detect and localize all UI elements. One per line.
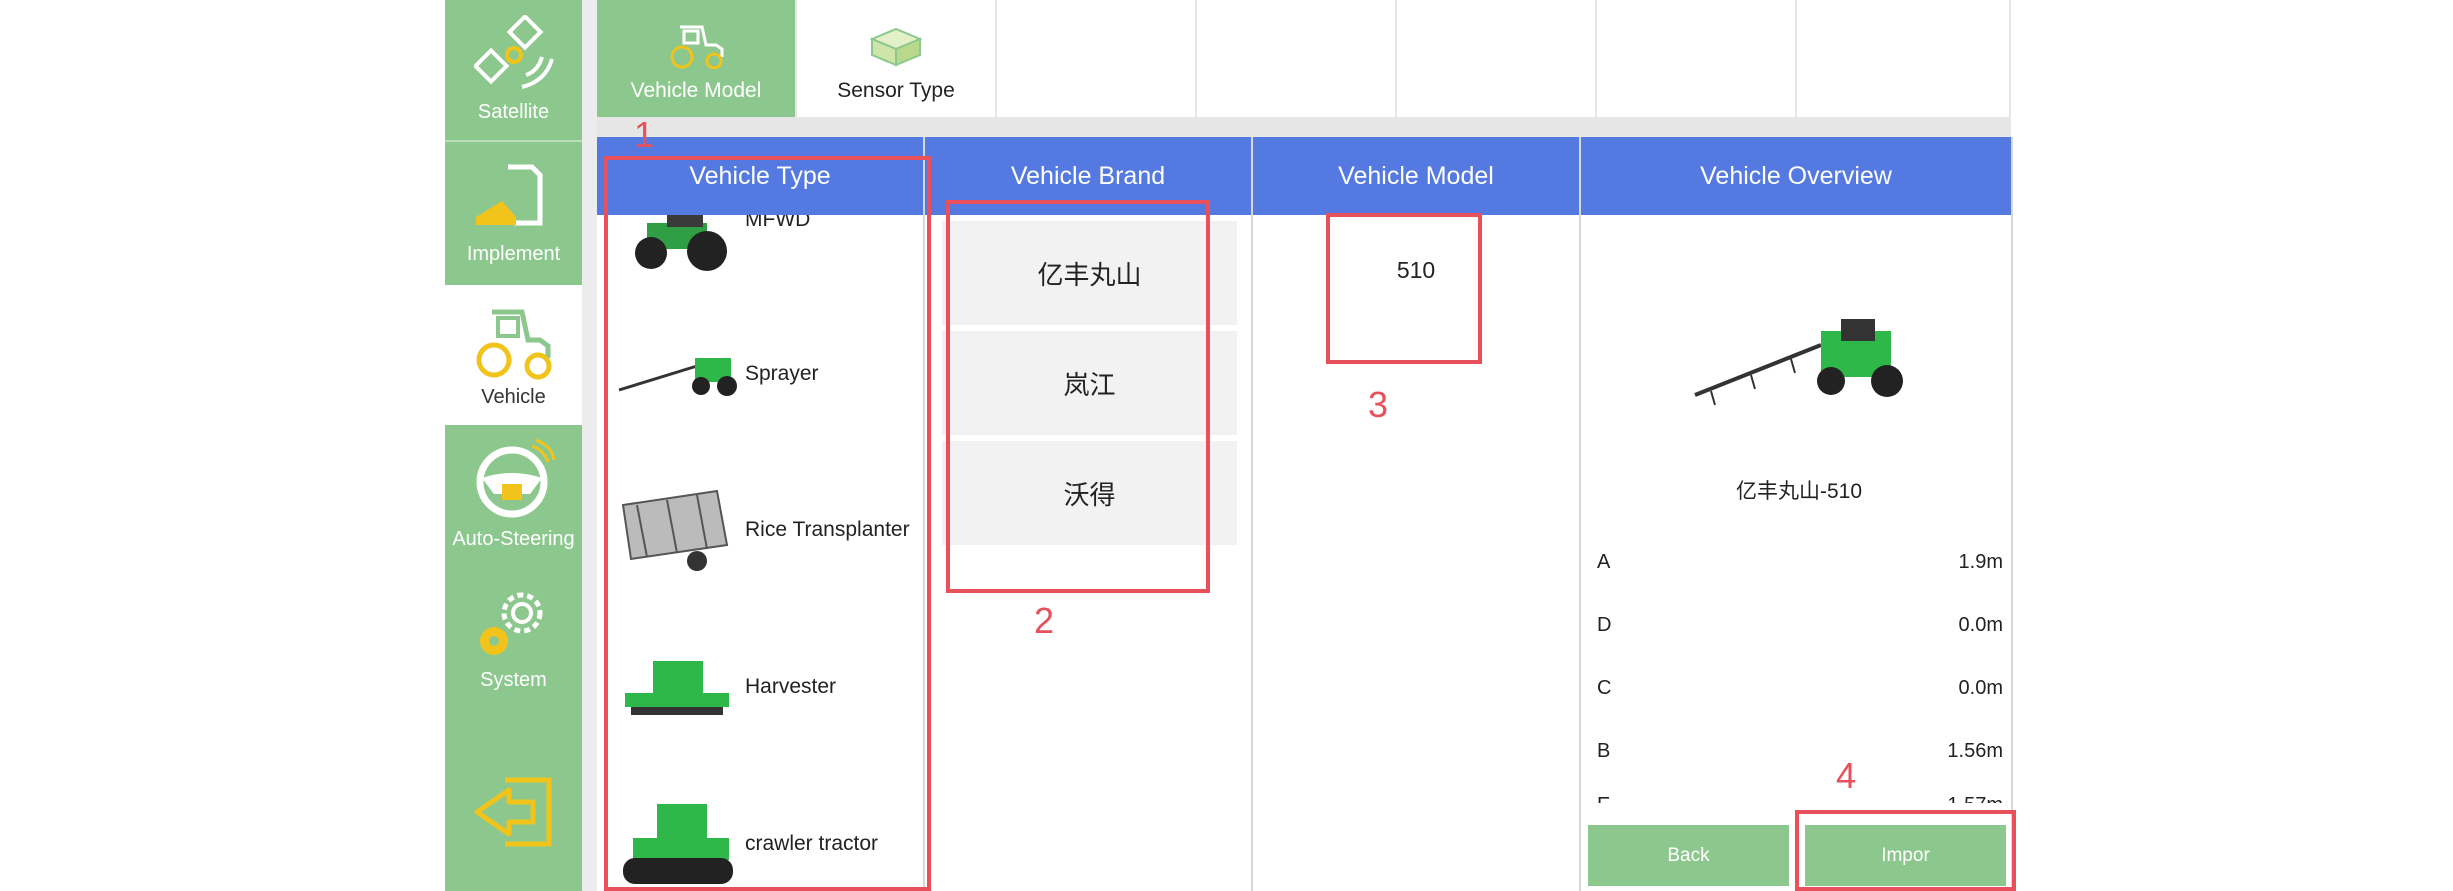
steering-wheel-icon — [476, 438, 555, 518]
column-divider — [2011, 137, 2013, 891]
annotation-box-2 — [946, 200, 1210, 593]
annotation-number: 2 — [1034, 600, 1055, 641]
vehicle-overview-panel: 亿丰丸山-510 A 1.9m D 0.0m C 0.0m B 1.56m E … — [1581, 215, 2011, 891]
spec-value: 1.56m — [1947, 739, 2003, 762]
exit-button[interactable] — [445, 760, 582, 870]
spec-value: 1.9m — [1958, 550, 2003, 573]
sprayer-overview-image — [1694, 319, 1903, 406]
spec-key: E — [1597, 794, 1610, 804]
sidebar-item-implement[interactable]: Implement — [445, 142, 582, 282]
gear-icon — [479, 592, 542, 655]
top-tab-bar: Vehicle Model Sensor Type — [597, 0, 2011, 117]
annotation-number: 4 — [1836, 755, 1857, 796]
spec-value: 0.0m — [1958, 613, 2003, 636]
spec-key: B — [1597, 739, 1611, 762]
annotation-box-4 — [1795, 810, 2016, 891]
spec-row-clip: E 1.57m — [1581, 785, 2011, 804]
tab-empty — [1597, 0, 1797, 117]
sidebar: Satellite Implement Vehicle Auto-Steerin… — [445, 0, 582, 891]
annotation-number: 3 — [1368, 384, 1389, 425]
overview-vehicle-name: 亿丰丸山-510 — [1735, 480, 1863, 503]
sidebar-item-label: Implement — [466, 243, 561, 265]
sidebar-item-label: Vehicle — [481, 386, 546, 408]
spec-value: 0.0m — [1958, 676, 2003, 699]
sidebar-item-auto-steering[interactable]: Auto-Steering — [445, 427, 582, 567]
tractor-icon — [670, 25, 724, 69]
annotation-number: 1 — [634, 114, 655, 155]
vehicle-icon — [476, 309, 551, 380]
tab-empty — [1797, 0, 2011, 117]
spec-row: C 0.0m — [1597, 668, 2003, 708]
tab-label: Vehicle Model — [630, 79, 762, 102]
exit-arrow-icon — [474, 777, 551, 847]
sidebar-item-vehicle[interactable]: Vehicle — [445, 285, 582, 425]
spec-value: 1.57m — [1947, 794, 2003, 804]
satellite-icon — [473, 15, 554, 89]
spec-row: B 1.56m — [1597, 731, 2003, 771]
tab-empty — [997, 0, 1197, 117]
annotation-box-1 — [604, 156, 931, 891]
sidebar-item-satellite[interactable]: Satellite — [445, 0, 582, 140]
divider — [597, 117, 2011, 137]
tab-label: Sensor Type — [837, 79, 955, 102]
gutter — [582, 0, 597, 891]
sidebar-item-label: Satellite — [477, 101, 550, 123]
spec-row: D 0.0m — [1597, 605, 2003, 645]
annotation-box-3 — [1326, 213, 1482, 364]
sensor-box-icon — [869, 27, 923, 67]
vehicle-overview-header: Vehicle Overview — [1581, 137, 2011, 215]
implement-icon — [475, 164, 542, 226]
spec-row: E 1.57m — [1597, 785, 2003, 804]
vehicle-model-header: Vehicle Model — [1253, 137, 1579, 215]
tab-empty — [1197, 0, 1397, 117]
tab-empty — [1397, 0, 1597, 117]
tab-sensor-type[interactable]: Sensor Type — [797, 0, 997, 117]
spec-key: C — [1597, 676, 1612, 699]
sidebar-item-label: Auto-Steering — [452, 528, 575, 550]
spec-key: D — [1597, 613, 1612, 636]
spec-key: A — [1597, 550, 1611, 573]
tab-vehicle-model[interactable]: Vehicle Model — [597, 0, 797, 117]
sidebar-item-system[interactable]: System — [445, 568, 582, 708]
spec-row: A 1.9m — [1597, 542, 2003, 582]
sidebar-item-label: System — [480, 669, 547, 691]
back-button[interactable]: Back — [1588, 825, 1789, 886]
